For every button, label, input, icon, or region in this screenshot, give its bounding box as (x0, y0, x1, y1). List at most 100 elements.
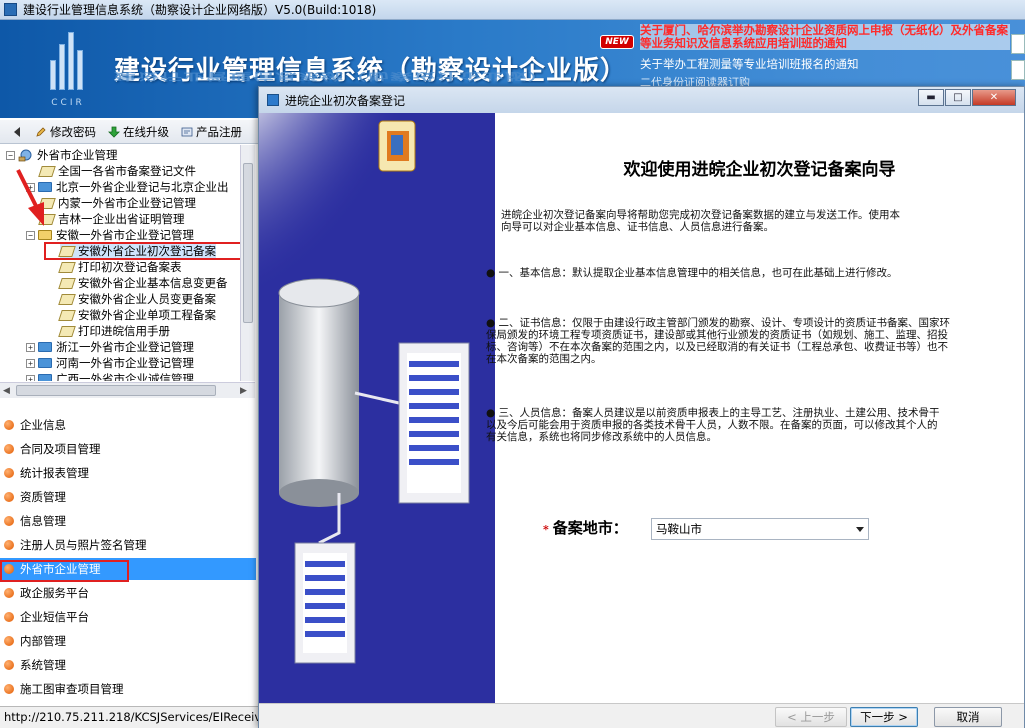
tree-vertical-scrollbar[interactable] (240, 145, 255, 381)
city-label: * 备案地市： (543, 519, 628, 537)
collapse-arrow-icon[interactable] (14, 126, 20, 137)
tree-item[interactable]: 全国一各省市备案登记文件 (38, 163, 196, 179)
bullet-icon (4, 468, 14, 478)
bullet-icon (4, 636, 14, 646)
menu-item-information[interactable]: 信息管理 (0, 510, 256, 532)
logo-text: CCIR (51, 98, 85, 108)
close-button[interactable]: ✕ (972, 89, 1016, 106)
required-asterisk: * (543, 523, 549, 536)
product-register-button[interactable]: 产品注册 (178, 123, 245, 141)
city-select[interactable]: 马鞍山市 (651, 518, 869, 540)
document-icon (58, 325, 76, 337)
status-bar: http://210.75.211.218/KCSJServices/EIRec… (0, 706, 258, 728)
minimize-button[interactable]: ▬ (918, 89, 944, 106)
module-menu: 企业信息 合同及项目管理 统计报表管理 资质管理 信息管理 注册人员与照片签名管… (0, 410, 256, 706)
certificate-info-text: ● 二、证书信息：仅限于由建设行政主管部门颁发的勘察、设计、专项设计的资质证书备… (486, 317, 950, 365)
bullet-icon (4, 492, 14, 502)
expand-icon[interactable]: + (26, 358, 35, 368)
main-title-bar: 建设行业管理信息系统（勘察设计企业网络版）V5.0(Build:1018) (0, 0, 1025, 20)
bullet-icon (4, 540, 14, 550)
chevron-down-icon (856, 527, 864, 532)
tree-item[interactable]: 打印初次登记备案表 (58, 259, 182, 275)
tree-item-anhui[interactable]: − 安徽一外省市企业登记管理 (26, 227, 194, 243)
tree-item[interactable]: + 河南一外省市企业登记管理 (26, 355, 194, 371)
city-select-value: 马鞍山市 (656, 522, 702, 536)
online-upgrade-label: 在线升级 (123, 124, 169, 139)
basic-info-text: ● 一、基本信息：默认提取企业基本信息管理中的相关信息，也可在此基础上进行修改。 (486, 267, 898, 279)
intro-text: 进皖企业初次登记备案向导将帮助您完成初次登记备案数据的建立与发送工作。使用本向导… (501, 209, 900, 233)
folder-icon (38, 374, 52, 381)
document-icon (58, 309, 76, 321)
folder-icon (38, 342, 52, 352)
expand-icon[interactable]: + (26, 374, 35, 381)
bullet-icon (4, 516, 14, 526)
tree-item[interactable]: 吉林一企业出省证明管理 (38, 211, 185, 227)
expand-icon[interactable]: + (26, 342, 35, 352)
menu-item-drawing-review[interactable]: 施工图审查项目管理 (0, 678, 256, 700)
tree-item[interactable]: + 广西一外省市企业诚信管理 (26, 371, 194, 381)
tree-item[interactable]: 安徽外省企业单项工程备案 (58, 307, 216, 323)
collapse-icon[interactable]: − (6, 150, 15, 160)
menu-item-registered-staff[interactable]: 注册人员与照片签名管理 (0, 534, 256, 556)
scroll-thumb[interactable] (243, 163, 253, 323)
dialog-footer: < 上一步 下一步 > 取消 (259, 703, 1024, 728)
dialog-app-icon (267, 94, 279, 106)
tree-item[interactable]: 安徽外省企业基本信息变更备 (58, 275, 228, 291)
tree-item[interactable]: + 浙江一外省市企业登记管理 (26, 339, 194, 355)
tree-item[interactable]: 内蒙一外省市企业登记管理 (38, 195, 196, 211)
change-password-button[interactable]: 修改密码 (32, 123, 99, 141)
database-illustration (259, 113, 489, 664)
bullet-icon (4, 660, 14, 670)
cancel-button[interactable]: 取消 (934, 707, 1002, 727)
banner-title-reflection: 建设行业管理信息系统（勘察设计企业版） (114, 70, 552, 82)
dialog-title: 进皖企业初次备案登记 (285, 93, 406, 108)
tree-node-root[interactable]: − 外省市企业管理 (6, 147, 118, 163)
toolbar: 修改密码 在线升级 产品注册 (0, 120, 258, 144)
highlight-box (44, 242, 246, 260)
folder-icon (38, 358, 52, 368)
highlight-box (0, 560, 129, 582)
bullet-icon (4, 444, 14, 454)
prev-button[interactable]: < 上一步 (775, 707, 847, 727)
wizard-dialog: 进皖企业初次备案登记 ▬ □ ✕ 欢迎使用进皖企业初次登记备案向导 进皖企业初次… (258, 86, 1025, 728)
next-button[interactable]: 下一步 > (850, 707, 918, 727)
collapse-icon[interactable]: − (26, 230, 35, 240)
tree-item[interactable]: + 北京一外省企业登记与北京企业出 (26, 179, 229, 195)
tree-item[interactable]: 安徽外省企业人员变更备案 (58, 291, 216, 307)
online-upgrade-button[interactable]: 在线升级 (105, 123, 172, 141)
banner-side-buttons[interactable] (1011, 34, 1025, 84)
maximize-button[interactable]: □ (945, 89, 971, 106)
notice-link-2[interactable]: 关于举办工程测量等专业培训班报名的通知 (640, 56, 859, 72)
menu-item-gov-service[interactable]: 政企服务平台 (0, 582, 256, 604)
wizard-side-image (259, 113, 495, 703)
menu-item-internal[interactable]: 内部管理 (0, 630, 256, 652)
ccir-logo: CCIR (44, 28, 92, 108)
bullet-icon (4, 612, 14, 622)
menu-item-enterprise-info[interactable]: 企业信息 (0, 414, 256, 436)
document-icon (58, 277, 76, 289)
tree-item[interactable]: 打印进皖信用手册 (58, 323, 170, 339)
document-icon (58, 293, 76, 305)
download-arrow-icon (108, 126, 120, 138)
dialog-title-bar[interactable]: 进皖企业初次备案登记 (259, 87, 1024, 113)
status-url: http://210.75.211.218/KCSJServices/EIRec… (4, 710, 258, 724)
scroll-left-icon[interactable]: ◀ (3, 386, 10, 396)
main-window-title: 建设行业管理信息系统（勘察设计企业网络版）V5.0(Build:1018) (23, 3, 377, 17)
bullet-icon (4, 684, 14, 694)
wizard-content: 欢迎使用进皖企业初次登记备案向导 进皖企业初次登记备案向导将帮助您完成初次登记备… (486, 113, 1024, 703)
scroll-right-icon[interactable]: ▶ (240, 386, 247, 396)
document-icon (58, 261, 76, 273)
menu-item-sms[interactable]: 企业短信平台 (0, 606, 256, 628)
menu-item-qualification[interactable]: 资质管理 (0, 486, 256, 508)
menu-item-contracts[interactable]: 合同及项目管理 (0, 438, 256, 460)
tree-horizontal-scrollbar[interactable]: ◀ ▶ (0, 382, 255, 398)
product-register-label: 产品注册 (196, 124, 242, 139)
notice-link-1[interactable]: 关于厦门、哈尔滨举办勘察设计企业资质网上申报（无纸化）及外省备案等业务知识及信息… (640, 24, 1010, 50)
bullet-icon (4, 588, 14, 598)
menu-item-statistics[interactable]: 统计报表管理 (0, 462, 256, 484)
change-password-label: 修改密码 (50, 124, 96, 139)
scroll-thumb[interactable] (16, 385, 216, 396)
register-icon (181, 127, 193, 136)
menu-item-system[interactable]: 系统管理 (0, 654, 256, 676)
wizard-heading: 欢迎使用进皖企业初次登记备案向导 (623, 160, 896, 180)
